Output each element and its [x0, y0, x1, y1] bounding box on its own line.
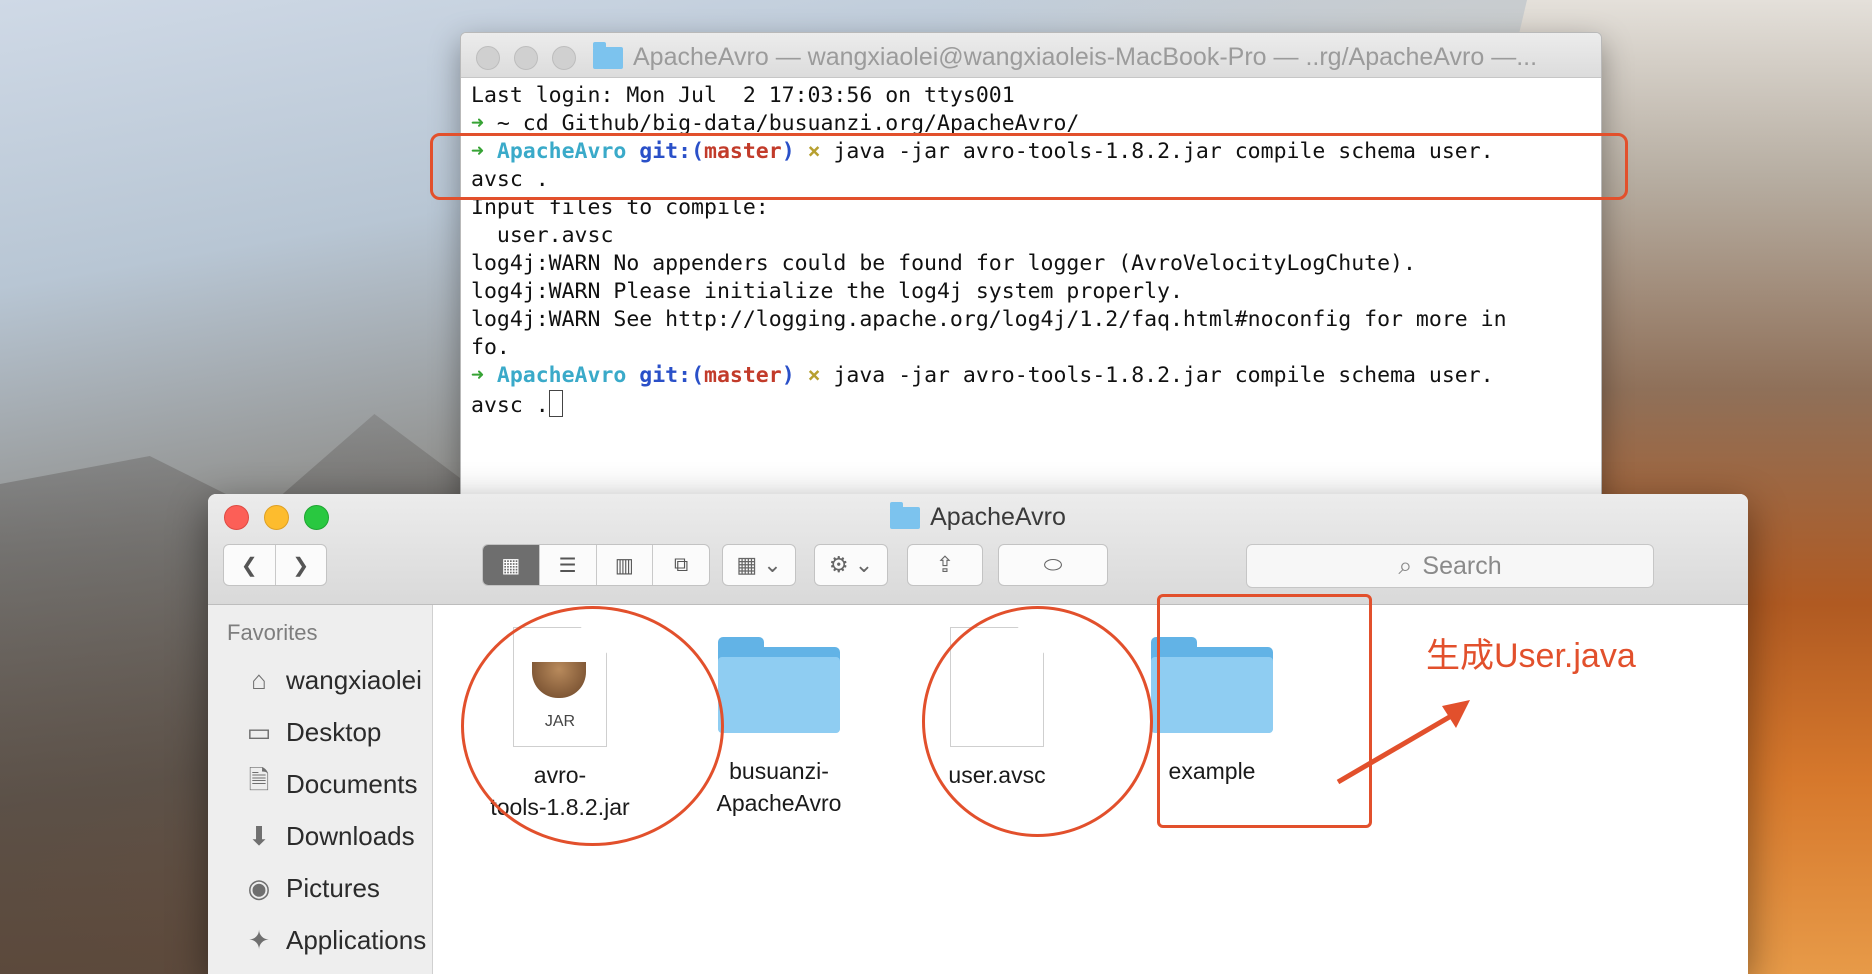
- annotation-command-box: [430, 133, 1628, 200]
- annotation-arrow-icon: [1336, 700, 1470, 785]
- search-icon: ⌕: [1398, 551, 1413, 580]
- view-mode-control: ▦ ☰ ▥ ⧉: [482, 544, 710, 586]
- terminal-titlebar[interactable]: ApacheAvro — wangxiaolei@wangxiaoleis-Ma…: [461, 33, 1601, 78]
- sidebar-item-home[interactable]: ⌂ wangxiaolei: [208, 654, 432, 706]
- sidebar-item-pictures[interactable]: ◉ Pictures: [208, 862, 432, 914]
- terminal-line: log4j:WARN No appenders could be found f…: [471, 251, 1416, 276]
- tags-button[interactable]: ⬭: [998, 544, 1108, 586]
- terminal-title: ApacheAvro — wangxiaolei@wangxiaoleis-Ma…: [593, 41, 1537, 72]
- annotation-circle-jar: [461, 606, 724, 846]
- icon-view-icon[interactable]: ▦: [483, 545, 540, 585]
- folder-icon: [890, 501, 921, 529]
- desktop-icon: ▭: [246, 716, 272, 747]
- annotation-label: 生成User.java: [1426, 637, 1636, 675]
- folder-icon: [718, 637, 840, 733]
- forward-button[interactable]: ❯: [276, 545, 327, 585]
- downloads-icon: ⬇: [248, 820, 270, 851]
- terminal-line: log4j:WARN Please initialize the log4j s…: [471, 279, 1183, 304]
- sidebar-item-documents[interactable]: 🗎 Documents: [208, 758, 432, 810]
- sidebar-item-desktop[interactable]: ▭ Desktop: [208, 706, 432, 758]
- terminal-line: user.avsc: [471, 223, 614, 248]
- action-gear-button[interactable]: ⚙ ⌄: [814, 544, 888, 586]
- gallery-view-icon[interactable]: ⧉: [653, 545, 709, 585]
- sidebar-item-applications[interactable]: ✦ Applications: [208, 914, 432, 966]
- close-button[interactable]: [476, 46, 500, 70]
- share-button[interactable]: ⇪: [907, 544, 983, 586]
- finder-title: ApacheAvro: [208, 501, 1748, 532]
- terminal-line: avsc .: [471, 390, 1591, 420]
- camera-icon: ◉: [247, 872, 271, 903]
- zoom-button[interactable]: [552, 46, 576, 70]
- group-by-button[interactable]: ▦ ⌄: [722, 544, 796, 586]
- documents-icon: 🗎: [248, 765, 270, 795]
- applications-icon: ✦: [248, 924, 270, 955]
- folder-icon: [593, 41, 623, 69]
- back-button[interactable]: ❮: [224, 545, 276, 585]
- search-field[interactable]: ⌕ Search: [1246, 544, 1654, 588]
- finder-toolbar: ApacheAvro ❮ ❯ ▦ ☰ ▥ ⧉ ▦ ⌄ ⚙ ⌄ ⇪ ⬭ ⌕ Sea…: [208, 494, 1748, 605]
- column-view-icon[interactable]: ▥: [597, 545, 654, 585]
- navigation-buttons: ❮ ❯: [223, 544, 327, 586]
- text-cursor: [548, 390, 563, 417]
- finder-sidebar: Favorites ⌂ wangxiaolei ▭ Desktop 🗎 Docu…: [208, 605, 433, 974]
- terminal-window[interactable]: ApacheAvro — wangxiaolei@wangxiaoleis-Ma…: [460, 32, 1602, 504]
- sidebar-item-downloads[interactable]: ⬇ Downloads: [208, 810, 432, 862]
- annotation-circle-avsc: [922, 606, 1153, 837]
- terminal-output[interactable]: Last login: Mon Jul 2 17:03:56 on ttys00…: [461, 78, 1601, 424]
- list-view-icon[interactable]: ☰: [540, 545, 597, 585]
- terminal-line: Last login: Mon Jul 2 17:03:56 on ttys00…: [471, 83, 1015, 108]
- home-icon: ⌂: [251, 664, 267, 695]
- terminal-line: ➜ ApacheAvro git:(master) × java -jar av…: [471, 363, 1494, 388]
- sidebar-heading: Favorites: [227, 620, 318, 645]
- minimize-button[interactable]: [514, 46, 538, 70]
- terminal-line: log4j:WARN See http://logging.apache.org…: [471, 307, 1507, 332]
- terminal-line: fo.: [471, 335, 510, 360]
- file-name: ApacheAvro: [716, 790, 842, 816]
